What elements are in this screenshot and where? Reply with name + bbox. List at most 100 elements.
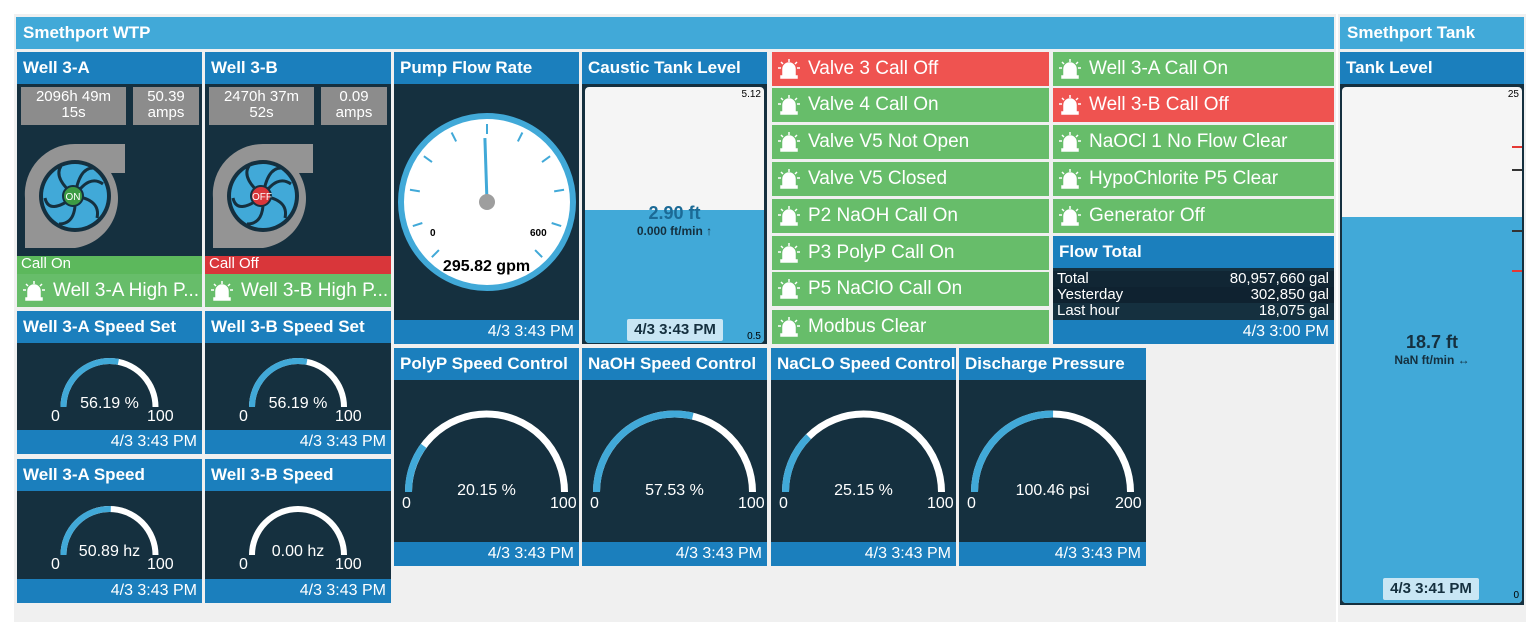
siren-icon (23, 280, 45, 301)
dial-min: 0 (430, 228, 436, 239)
siren-icon (778, 132, 800, 152)
low-alarm-marker (1512, 270, 1522, 272)
gauge-max: 100 (550, 495, 577, 512)
pump-flow-card[interactable]: Pump Flow Rate 0 600 295.82 gpm 4/3 3:43… (394, 52, 579, 344)
high-pressure-alarm[interactable]: Well 3-A High P... (17, 274, 202, 307)
low-setpoint-marker (1512, 230, 1522, 232)
alarm-tile[interactable]: P3 PolyP Call On (772, 236, 1049, 270)
well-a-speed-card[interactable]: Well 3-A Speed 50.89 hz 0 100 4/3 3:43 P… (17, 459, 202, 603)
runtime-box: 2096h 49m 15s (21, 87, 126, 125)
alarm-tile[interactable]: Well 3-B Call Off (1053, 88, 1334, 122)
gauge-arc (782, 410, 945, 493)
tank-min: 0.5 (747, 331, 761, 342)
siren-icon (1059, 206, 1081, 226)
siren-icon (778, 95, 800, 115)
tank-header: Smethport Tank (1340, 17, 1524, 49)
high-alarm-marker (1512, 146, 1522, 148)
card-title: Tank Level (1340, 52, 1524, 84)
dial-max: 600 (530, 228, 547, 239)
alarm-label: Valve 3 Call Off (808, 58, 939, 79)
timestamp: 4/3 3:43 PM (394, 542, 579, 566)
timestamp: 4/3 3:43 PM (582, 542, 767, 566)
discharge-pressure-card[interactable]: Discharge Pressure 100.46 psi 0 200 4/3 … (959, 348, 1146, 566)
well-a-speed-set-card[interactable]: Well 3-A Speed Set 56.19 % 0 100 4/3 3:4… (17, 311, 202, 454)
alarm-label: Valve V5 Not Open (808, 131, 970, 152)
amps-value: 0.09 (339, 88, 369, 105)
card-title: Flow Total (1053, 236, 1334, 268)
row-value: 80,957,660 gal (1229, 270, 1329, 287)
alarm-tile[interactable]: Modbus Clear (772, 310, 1049, 344)
high-pressure-alarm[interactable]: Well 3-B High P... (205, 274, 391, 307)
timestamp: 4/3 3:00 PM (1053, 320, 1334, 344)
tank-panel-title: Smethport Tank (1347, 23, 1476, 42)
alarm-tile[interactable]: P2 NaOH Call On (772, 199, 1049, 233)
alarm-label: Well 3-B Call Off (1089, 94, 1229, 115)
tank-rate: 0.000 ft/min ↑ (636, 224, 713, 238)
gauge-fill (971, 410, 1054, 493)
amps-value: 50.39 (147, 88, 185, 105)
alarm-tile[interactable]: NaOCl 1 No Flow Clear (1053, 125, 1334, 159)
siren-icon (1059, 95, 1081, 115)
gauge-fill (593, 410, 694, 493)
alarm-tile[interactable]: Well 3-A Call On (1053, 52, 1334, 86)
runtime-seconds: 15s (61, 104, 86, 121)
gauge-value: 56.19 % (268, 395, 328, 412)
alarm-tile[interactable]: Valve V5 Not Open (772, 125, 1049, 159)
dial-needle (483, 137, 489, 203)
pump-state-indicator: OFF (250, 185, 272, 207)
tank-max: 5.12 (741, 89, 761, 100)
dial-hub (479, 194, 495, 210)
runtime-box: 2470h 37m 52s (209, 87, 314, 125)
tank-max: 25 (1507, 89, 1519, 100)
wtp-title: Smethport WTP (23, 23, 151, 42)
alarm-tile[interactable]: P5 NaClO Call On (772, 272, 1049, 306)
well-b-card[interactable]: Well 3-B 2470h 37m 52s 0.09 amps OFF Cal… (205, 52, 391, 307)
gauge-max: 100 (335, 408, 362, 425)
alarm-tile[interactable]: HypoChlorite P5 Clear (1053, 162, 1334, 196)
pump-status-bar: Call On (17, 256, 202, 274)
well-b-speed-card[interactable]: Well 3-B Speed 0.00 hz 0 100 4/3 3:43 PM (205, 459, 391, 603)
pump-state-indicator: ON (62, 185, 84, 207)
well-a-card[interactable]: Well 3-A 2096h 49m 15s 50.39 amps ON Cal… (17, 52, 202, 307)
siren-icon (778, 317, 800, 337)
alarm-label: P5 NaClO Call On (808, 278, 963, 299)
well-b-speed-set-card[interactable]: Well 3-B Speed Set 56.19 % 0 100 4/3 3:4… (205, 311, 391, 454)
tank-timestamp: 4/3 3:41 PM (1383, 578, 1479, 600)
gauge-max: 100 (147, 408, 174, 425)
alarm-tile[interactable]: Valve 4 Call On (772, 88, 1049, 122)
timestamp: 4/3 3:43 PM (205, 579, 391, 603)
polyp-speed-card[interactable]: PolyP Speed Control 20.15 % 0 100 4/3 3:… (394, 348, 579, 566)
high-setpoint-marker (1512, 169, 1522, 171)
flow-value: 295.82 gpm (442, 258, 531, 275)
card-title: Well 3-A (17, 52, 202, 84)
flow-total-card[interactable]: Flow Total Total 80,957,660 gal Yesterda… (1053, 236, 1334, 344)
timestamp: 4/3 3:43 PM (17, 430, 202, 454)
runtime-hours: 2470h 37m (223, 88, 300, 105)
naclo-speed-card[interactable]: NaCLO Speed Control 25.15 % 0 100 4/3 3:… (771, 348, 956, 566)
alarm-label: NaOCl 1 No Flow Clear (1089, 131, 1288, 152)
amps-box: 50.39 amps (133, 87, 199, 125)
tank-rate: NaN ft/min ↔ (1394, 353, 1470, 367)
timestamp: 4/3 3:43 PM (959, 542, 1146, 566)
timestamp: 4/3 3:43 PM (771, 542, 956, 566)
siren-icon (1059, 132, 1081, 152)
caustic-tank-card[interactable]: Caustic Tank Level 5.12 0.5 2.90 ft 0.00… (582, 52, 767, 344)
tank-timestamp: 4/3 3:43 PM (627, 319, 723, 341)
alarm-tile[interactable]: Valve 3 Call Off (772, 52, 1049, 86)
alarm-tile[interactable]: Valve V5 Closed (772, 162, 1049, 196)
gauge-track (405, 410, 568, 493)
flow-row-yesterday: Yesterday 302,850 gal (1053, 287, 1334, 303)
naoh-speed-card[interactable]: NaOH Speed Control 57.53 % 0 100 4/3 3:4… (582, 348, 767, 566)
flow-dial (398, 113, 576, 291)
tank-fill (1342, 217, 1522, 603)
alarm-label: HypoChlorite P5 Clear (1089, 168, 1279, 189)
tank-value: 18.7 ft (1405, 332, 1459, 352)
siren-icon (778, 59, 800, 79)
timestamp: 4/3 3:43 PM (394, 320, 579, 344)
gauge-track (971, 410, 1134, 493)
card-title: Caustic Tank Level (582, 52, 767, 84)
tank-level-card[interactable]: Tank Level 25 0 18.7 ft NaN ft/min ↔ 4/3… (1340, 52, 1524, 605)
alarm-label: Well 3-A High P... (53, 279, 200, 301)
siren-icon (211, 280, 233, 301)
alarm-tile[interactable]: Generator Off (1053, 199, 1334, 233)
